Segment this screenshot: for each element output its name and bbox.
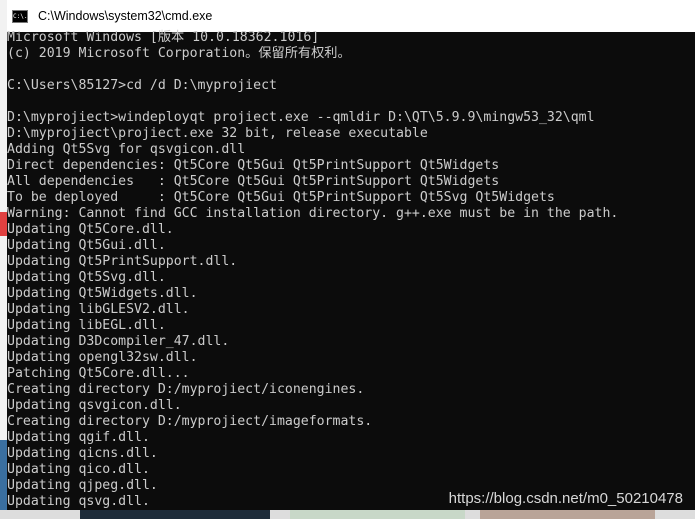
console-line: (c) 2019 Microsoft Corporation。保留所有权利。 — [7, 46, 351, 61]
console-line: Updating opengl32sw.dll. — [7, 350, 198, 365]
console-line: Warning: Cannot find GCC installation di… — [7, 206, 619, 221]
console-line: Updating Qt5Core.dll. — [7, 222, 174, 237]
window-title: C:\Windows\system32\cmd.exe — [38, 9, 213, 23]
console-line: Updating libGLESV2.dll. — [7, 302, 190, 317]
console-line: Creating directory D:/myprojiect/imagefo… — [7, 414, 373, 429]
background-desktop-strip — [0, 0, 7, 519]
cmd-icon[interactable]: C:\. — [12, 9, 28, 23]
console-line: Microsoft Windows [版本 10.0.18362.1016] — [7, 30, 320, 45]
console-line: C:\Users\85127>cd /d D:\myprojiect — [7, 78, 277, 93]
console-line: Adding Qt5Svg for qsvgicon.dll — [7, 142, 246, 157]
console-line: Updating qgif.dll. — [7, 430, 150, 445]
console-line: Creating directory D:/myprojiect/iconeng… — [7, 382, 365, 397]
console-line: Updating Qt5Gui.dll. — [7, 238, 166, 253]
console-line: Updating D3Dcompiler_47.dll. — [7, 334, 230, 349]
console-line: D:\myprojiect>windeployqt projiect.exe -… — [7, 110, 595, 125]
console-line: D:\myprojiect\projiect.exe 32 bit, relea… — [7, 126, 428, 141]
console-line: Direct dependencies: Qt5Core Qt5Gui Qt5P… — [7, 158, 500, 173]
console-output[interactable]: Microsoft Windows [版本 10.0.18362.1016] (c… — [7, 30, 695, 510]
console-line: Updating Qt5Widgets.dll. — [7, 286, 198, 301]
background-desktop-bottom — [0, 510, 695, 519]
console-line: Patching Qt5Core.dll... — [7, 366, 190, 381]
console-line: Updating libEGL.dll. — [7, 318, 166, 333]
console-line: Updating Qt5Svg.dll. — [7, 270, 166, 285]
console-line: Updating qicns.dll. — [7, 446, 158, 461]
console-line: Updating qico.dll. — [7, 462, 150, 477]
console-line: Updating Qt5PrintSupport.dll. — [7, 254, 238, 269]
watermark: https://blog.csdn.net/m0_50210478 — [448, 490, 683, 507]
console-line: To be deployed : Qt5Core Qt5Gui Qt5Print… — [7, 190, 555, 205]
title-bar[interactable]: C:\. C:\Windows\system32\cmd.exe — [7, 0, 695, 32]
console-line: All dependencies : Qt5Core Qt5Gui Qt5Pri… — [7, 174, 500, 189]
cmd-window[interactable]: C:\. C:\Windows\system32\cmd.exe Microso… — [7, 0, 695, 510]
console-line: Updating qsvgicon.dll. — [7, 398, 182, 413]
